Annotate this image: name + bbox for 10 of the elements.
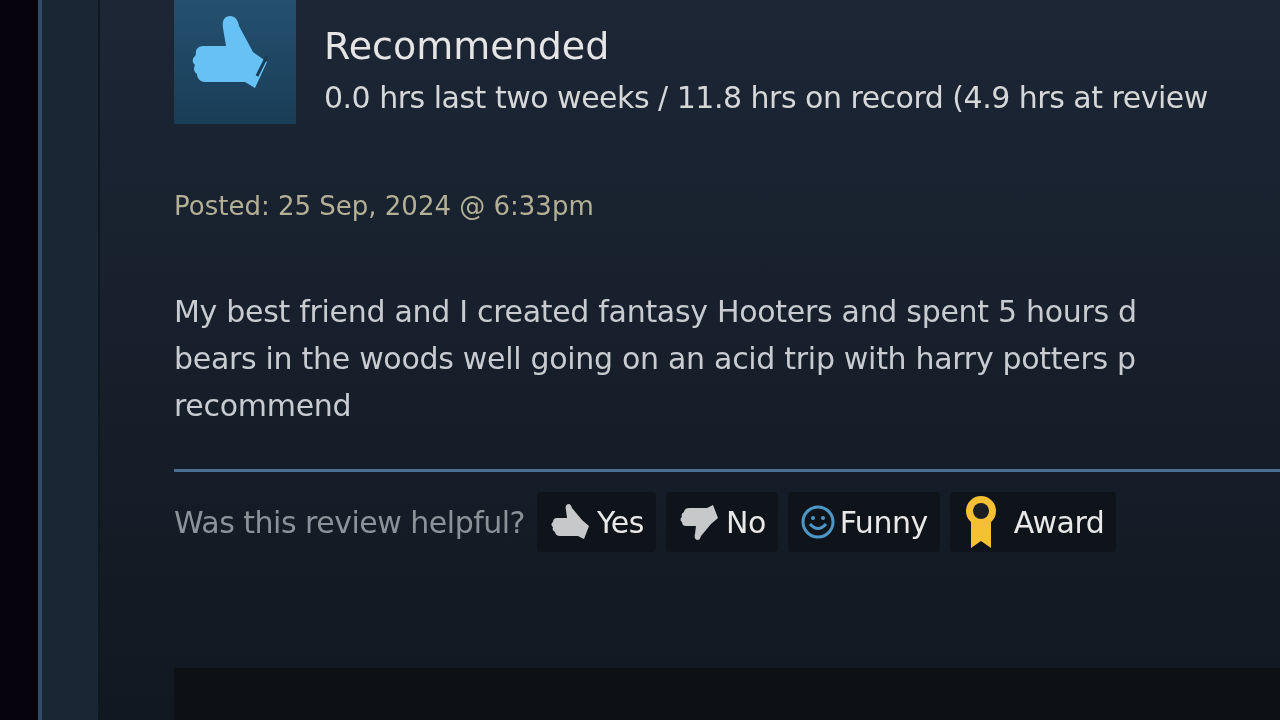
- smiley-icon: [799, 504, 836, 540]
- review-text: My best friend and I created fantasy Hooters and spent 5 hours d bears in the woods well going on an acid trip with harry potters p recommend: [174, 293, 1138, 425]
- review-verdict: Recommended: [324, 23, 611, 70]
- funny-button[interactable]: Funny: [787, 492, 940, 552]
- helpful-prompt: Was this review helpful?: [174, 503, 525, 542]
- no-button[interactable]: No: [665, 492, 778, 552]
- award-button[interactable]: Award: [949, 492, 1117, 552]
- playtime-text: 0.0 hrs last two weeks / 11.8 hrs on record (4.9 hrs at review: [324, 79, 1208, 117]
- yes-button[interactable]: Yes: [537, 492, 656, 552]
- posted-date: Posted: 25 Sep, 2024 @ 6:33pm: [174, 190, 595, 223]
